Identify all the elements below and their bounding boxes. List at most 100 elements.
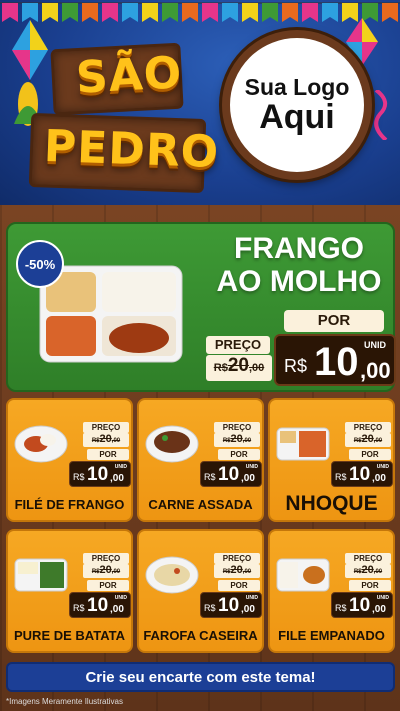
- unit-label: UNID: [245, 464, 258, 470]
- product-card[interactable]: PREÇO R$ 20 ,00 POR UNID R$ 10 ,00 FILÉ …: [6, 398, 133, 522]
- old-price-integer: 20: [227, 355, 249, 376]
- unit-label: UNID: [376, 464, 389, 470]
- new-price-integer: 10: [87, 595, 109, 616]
- product-name: FILÉ DE FRANGO: [14, 497, 125, 512]
- unit-label: UNID: [114, 595, 127, 601]
- unit-label: UNID: [245, 595, 258, 601]
- preco-label: PREÇO: [345, 553, 391, 564]
- new-price-decimal: ,00: [372, 604, 386, 615]
- old-price-integer: 20: [99, 433, 112, 445]
- bunting-flag: [82, 3, 98, 22]
- old-price-currency: R$: [353, 438, 362, 444]
- product-name: PURE DE BATATA: [14, 628, 125, 643]
- bunting-flag: [282, 3, 298, 22]
- old-price-integer: 20: [230, 433, 243, 445]
- old-price-integer: 20: [230, 564, 243, 576]
- por-label: POR: [284, 310, 384, 332]
- old-price-currency: R$: [213, 362, 228, 374]
- old-price: R$ 20 ,00: [214, 433, 260, 447]
- new-price-currency: R$: [284, 356, 308, 376]
- header-banner: SÃO PEDRO Sua Logo Aqui: [0, 0, 400, 215]
- product-name: NHOQUE: [285, 492, 378, 515]
- new-price: UNID R$ 10 ,00: [200, 461, 262, 487]
- new-price-decimal: ,00: [372, 473, 386, 484]
- old-price: R$ 20 ,00: [83, 564, 129, 578]
- new-price-currency: R$: [335, 472, 347, 482]
- old-price-integer: 20: [361, 433, 374, 445]
- product-name: CARNE ASSADA: [148, 497, 253, 512]
- ribbon-decoration-right: [374, 90, 388, 140]
- bunting-flag: [62, 3, 78, 22]
- featured-product-card[interactable]: -50% FRANGO AO MOLHO POR PREÇO R$ 20 ,00…: [6, 222, 396, 392]
- logo-text-line2: Aqui: [259, 98, 335, 137]
- preco-label: PREÇO: [214, 553, 260, 564]
- preco-label: PREÇO: [214, 422, 260, 433]
- preco-label: PREÇO: [345, 422, 391, 433]
- new-price-decimal: ,00: [110, 473, 124, 484]
- bunting-flag: [202, 3, 218, 22]
- logo-text-line1: Sua Logo: [244, 73, 350, 100]
- product-card[interactable]: PREÇO R$ 20 ,00 POR UNID R$ 10 ,00 CARNE…: [137, 398, 264, 522]
- create-flyer-button[interactable]: Crie seu encarte com este tema!: [6, 662, 395, 692]
- bunting-flag: [102, 3, 118, 22]
- new-price-integer: 10: [349, 595, 371, 616]
- preco-label: PREÇO: [83, 422, 129, 433]
- product-card[interactable]: PREÇO R$ 20 ,00 POR UNID R$ 10 ,00 FAROF…: [137, 529, 264, 653]
- old-price-currency: R$: [222, 438, 231, 444]
- unit-label: UNID: [376, 595, 389, 601]
- new-price: UNID R$ 10 ,00: [331, 592, 393, 618]
- old-price-decimal: ,00: [242, 438, 252, 444]
- old-price-currency: R$: [353, 569, 362, 575]
- por-label: POR: [87, 580, 129, 591]
- old-price-decimal: ,00: [373, 569, 383, 575]
- old-price-decimal: ,00: [248, 362, 265, 374]
- new-price-decimal: ,00: [241, 604, 255, 615]
- featured-title-line2: AO MOLHO: [216, 265, 382, 298]
- por-label: POR: [218, 580, 260, 591]
- new-price-integer: 10: [314, 340, 359, 384]
- new-price-currency: R$: [73, 472, 85, 482]
- unit-label: UNID: [114, 464, 127, 470]
- bunting-flag: [382, 3, 398, 22]
- por-label: POR: [349, 449, 391, 460]
- bunting-flag: [222, 3, 238, 22]
- product-card[interactable]: PREÇO R$ 20 ,00 POR UNID R$ 10 ,00 PURE …: [6, 529, 133, 653]
- new-price: UNID R$ 10 ,00: [331, 461, 393, 487]
- logo-placeholder[interactable]: Sua Logo Aqui: [222, 30, 372, 180]
- old-price: R$ 20 ,00: [345, 433, 391, 447]
- por-label: POR: [87, 449, 129, 460]
- old-price: R$ 20 ,00: [83, 433, 129, 447]
- bunting-flag: [242, 3, 258, 22]
- preco-label: PREÇO: [83, 553, 129, 564]
- new-price-decimal: ,00: [360, 358, 391, 383]
- bunting-flag: [142, 3, 158, 22]
- new-price-decimal: ,00: [241, 473, 255, 484]
- product-name: FAROFA CASEIRA: [143, 628, 258, 643]
- featured-product-title: FRANGO AO MOLHO: [204, 232, 394, 298]
- product-image: [276, 558, 330, 592]
- unit-label: UNID: [364, 340, 386, 350]
- old-price-currency: R$: [222, 569, 231, 575]
- product-card[interactable]: PREÇO R$ 20 ,00 POR UNID R$ 10 ,00 NHOQU…: [268, 398, 395, 522]
- old-price-integer: 20: [99, 564, 112, 576]
- product-image: [14, 558, 68, 592]
- discount-badge: -50%: [16, 240, 64, 288]
- sign-title-line2: PEDRO: [43, 120, 220, 179]
- images-disclaimer: *Imagens Meramente Ilustrativas: [6, 697, 123, 706]
- new-price-integer: 10: [218, 464, 240, 485]
- new-price: UNID R$ 10 ,00: [69, 592, 131, 618]
- product-image: [145, 556, 199, 594]
- product-image: [276, 427, 330, 461]
- product-image: [14, 425, 68, 463]
- new-price: UNID R$ 10 ,00: [69, 461, 131, 487]
- product-card[interactable]: PREÇO R$ 20 ,00 POR UNID R$ 10 ,00 FILE …: [268, 529, 395, 653]
- product-name: FILE EMPANADO: [278, 628, 385, 643]
- bunting-flags-decoration: [0, 2, 400, 22]
- bunting-flag: [262, 3, 278, 22]
- old-price-decimal: ,00: [111, 438, 121, 444]
- old-price-currency: R$: [91, 438, 100, 444]
- sign-title-line1: SÃO: [74, 47, 184, 104]
- por-label: POR: [349, 580, 391, 591]
- old-price-decimal: ,00: [111, 569, 121, 575]
- bunting-flag: [162, 3, 178, 22]
